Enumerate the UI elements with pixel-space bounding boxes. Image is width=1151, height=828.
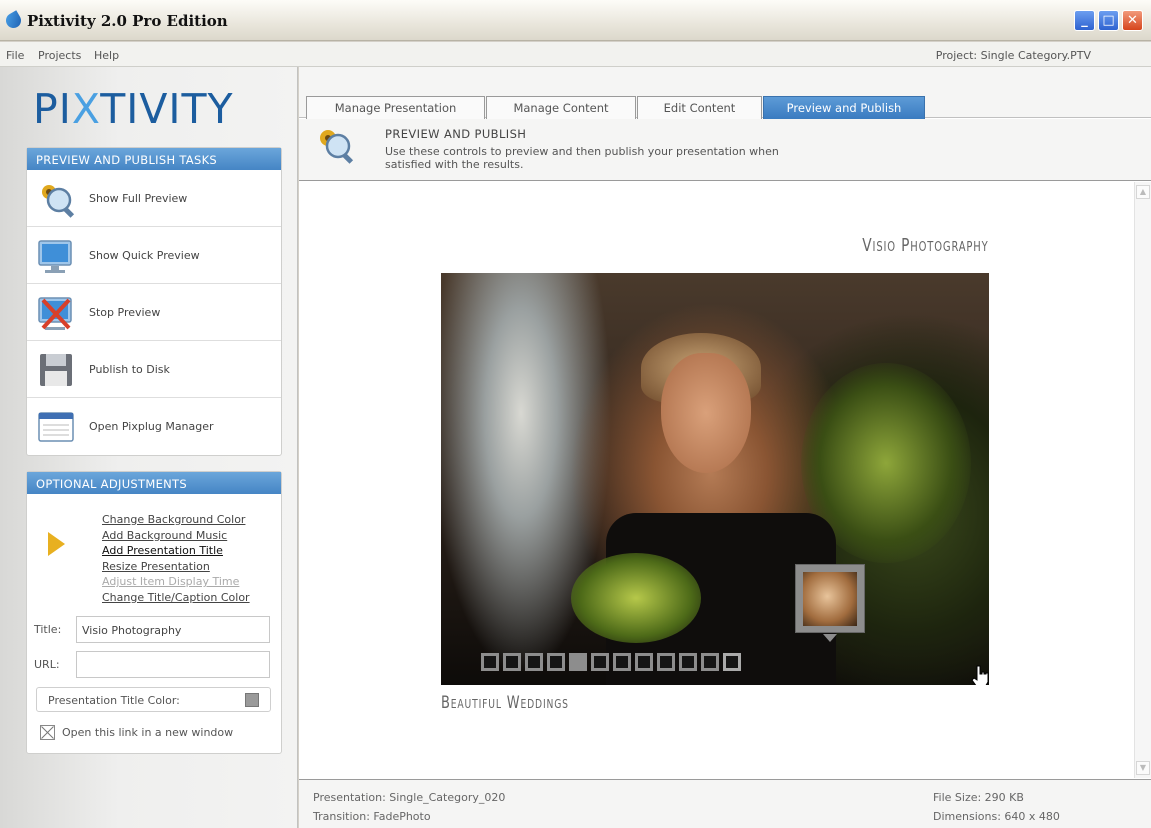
stop-monitor-icon <box>38 297 72 330</box>
publish-to-disk-button[interactable]: Publish to Disk <box>27 341 281 398</box>
change-title-caption-color-link[interactable]: Change Title/Caption Color <box>102 590 250 606</box>
menu-help[interactable]: Help <box>94 49 119 62</box>
menu-projects[interactable]: Projects <box>38 49 81 62</box>
thumbnail-navigator <box>481 653 745 671</box>
task-label: Show Quick Preview <box>89 249 200 262</box>
adjust-item-display-time-link: Adjust Item Display Time <box>102 575 240 589</box>
popup-pointer <box>823 634 837 642</box>
thumbnail-dot[interactable] <box>525 653 543 671</box>
add-background-music-link[interactable]: Add Background Music <box>102 528 250 544</box>
adjustment-links: Change Background Color Add Background M… <box>102 512 250 606</box>
scroll-down-icon[interactable]: ▼ <box>1136 761 1150 775</box>
preview-photo[interactable] <box>441 273 989 685</box>
window-app-icon <box>38 412 74 442</box>
arrow-pointer-icon <box>48 532 65 556</box>
show-full-preview-button[interactable]: Show Full Preview <box>27 170 281 227</box>
status-transition: Transition: FadePhoto <box>313 810 431 823</box>
new-window-checkbox-label: Open this link in a new window <box>62 726 234 739</box>
sidebar: PIXTIVITY PREVIEW AND PUBLISH TASKS Show… <box>0 67 298 828</box>
magnifier-flower-icon <box>42 185 75 218</box>
pixtivity-logo: PIXTIVITY <box>33 85 234 133</box>
tasks-panel-header: PREVIEW AND PUBLISH TASKS <box>27 148 281 170</box>
thumbnail-dot[interactable] <box>613 653 631 671</box>
minimize-button[interactable]: _ <box>1074 10 1095 31</box>
status-presentation: Presentation: Single_Category_020 <box>313 791 506 804</box>
tab-edit-content[interactable]: Edit Content <box>637 96 762 119</box>
adjustments-panel-header: OPTIONAL ADJUSTMENTS <box>27 472 281 494</box>
photo-bouquet <box>571 553 701 643</box>
tab-preview-and-publish[interactable]: Preview and Publish <box>763 96 925 119</box>
menu-file[interactable]: File <box>6 49 24 62</box>
thumbnail-dot[interactable] <box>481 653 499 671</box>
url-label: URL: <box>34 658 60 671</box>
status-dimensions: Dimensions: 640 x 480 <box>933 810 1060 823</box>
stop-preview-button[interactable]: Stop Preview <box>27 284 281 341</box>
color-swatch[interactable] <box>245 693 259 707</box>
thumbnail-image <box>803 572 857 626</box>
resize-presentation-link[interactable]: Resize Presentation <box>102 559 250 575</box>
tab-manage-content[interactable]: Manage Content <box>486 96 636 119</box>
photo-face <box>661 353 751 473</box>
thumbnail-dot[interactable] <box>547 653 565 671</box>
open-pixplug-manager-button[interactable]: Open Pixplug Manager <box>27 398 281 455</box>
thumbnail-dot[interactable] <box>657 653 675 671</box>
tab-manage-presentation[interactable]: Manage Presentation <box>306 96 485 119</box>
task-label: Show Full Preview <box>89 192 188 205</box>
section-title: PREVIEW AND PUBLISH <box>385 127 527 141</box>
title-color-label: Presentation Title Color: <box>48 694 180 707</box>
status-file-size: File Size: 290 KB <box>933 791 1024 804</box>
main-area: Manage Presentation Manage Content Edit … <box>299 67 1151 828</box>
window-title: Pixtivity 2.0 Pro Edition <box>27 12 228 30</box>
preview-canvas: Visio Photography Beautiful Weddings <box>299 182 1134 778</box>
tasks-panel: PREVIEW AND PUBLISH TASKS Show Full Prev… <box>26 147 282 456</box>
thumbnail-dot[interactable] <box>591 653 609 671</box>
monitor-icon <box>38 240 72 273</box>
title-bar: Pixtivity 2.0 Pro Edition _ □ ✕ <box>0 0 1151 41</box>
thumbnail-dot[interactable] <box>569 653 587 671</box>
tab-strip: Manage Presentation Manage Content Edit … <box>299 67 1151 119</box>
presentation-title: Visio Photography <box>862 235 989 256</box>
task-label: Publish to Disk <box>89 363 170 376</box>
thumbnail-popup <box>795 564 865 642</box>
status-bar: Presentation: Single_Category_020 Transi… <box>299 779 1151 828</box>
task-label: Open Pixplug Manager <box>89 420 214 433</box>
url-input[interactable] <box>76 651 270 678</box>
hand-cursor-icon <box>971 665 989 685</box>
menu-bar: File Projects Help Project: Single Categ… <box>0 42 1151 67</box>
section-description: Use these controls to preview and then p… <box>385 145 779 171</box>
scroll-up-icon[interactable]: ▲ <box>1136 185 1150 199</box>
task-label: Stop Preview <box>89 306 161 319</box>
thumbnail-dot[interactable] <box>723 653 741 671</box>
change-background-color-link[interactable]: Change Background Color <box>102 512 250 528</box>
thumbnail-dot[interactable] <box>635 653 653 671</box>
thumbnail-dot[interactable] <box>701 653 719 671</box>
thumbnail-dot[interactable] <box>503 653 521 671</box>
section-header: PREVIEW AND PUBLISH Use these controls t… <box>299 119 1151 181</box>
title-label: Title: <box>34 623 62 636</box>
add-presentation-title-link[interactable]: Add Presentation Title <box>102 543 250 559</box>
magnifier-flower-icon <box>320 130 354 164</box>
presentation-subtitle: Beautiful Weddings <box>441 693 569 713</box>
title-color-row[interactable]: Presentation Title Color: <box>36 687 271 712</box>
show-quick-preview-button[interactable]: Show Quick Preview <box>27 227 281 284</box>
close-button[interactable]: ✕ <box>1122 10 1143 31</box>
thumbnail-dot[interactable] <box>679 653 697 671</box>
maximize-button[interactable]: □ <box>1098 10 1119 31</box>
vertical-scrollbar[interactable]: ▲ ▼ <box>1134 182 1151 778</box>
project-label: Project: Single Category.PTV <box>935 49 1091 62</box>
floppy-disk-icon <box>40 354 72 386</box>
title-input[interactable]: Visio Photography <box>76 616 270 643</box>
new-window-checkbox[interactable] <box>40 725 55 740</box>
app-leaf-icon <box>3 10 24 31</box>
adjustments-panel: OPTIONAL ADJUSTMENTS Change Background C… <box>26 471 282 754</box>
